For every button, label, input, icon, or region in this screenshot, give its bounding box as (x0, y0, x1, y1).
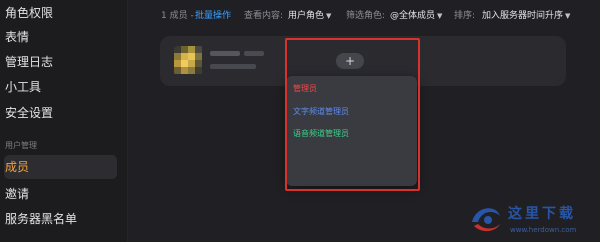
watermark-swirl-icon (472, 208, 500, 232)
settings-sidebar: 角色权限 表情 管理日志 小工具 安全设置 用户管理 成员 邀请 服务器黑名单 (0, 0, 128, 242)
sidebar-item-role-permissions[interactable]: 角色权限 (4, 1, 117, 25)
sort-dropdown[interactable]: 加入服务器时间升序 ▼ (482, 9, 570, 23)
blurred-user-info (210, 64, 256, 69)
watermark-text: 这里下载 (508, 206, 576, 222)
sidebar-item-server-blacklist[interactable]: 服务器黑名单 (4, 207, 117, 231)
blurred-tag (244, 51, 264, 56)
view-content-label: 查看内容: (244, 11, 284, 21)
annotation-highlight-box (285, 38, 420, 191)
filter-role-value: @全体成员 (390, 11, 436, 21)
sidebar-item-tools[interactable]: 小工具 (4, 75, 117, 99)
chevron-down-icon: ▼ (437, 12, 443, 20)
sidebar-item-members[interactable]: 成员 (4, 155, 117, 179)
sidebar-item-audit-log[interactable]: 管理日志 (4, 50, 117, 74)
chevron-down-icon: ▼ (565, 12, 571, 20)
sidebar-item-security[interactable]: 安全设置 (4, 101, 117, 125)
bulk-action-link[interactable]: 批量操作 (195, 9, 231, 23)
view-content-value: 用户角色 (288, 11, 325, 21)
watermark-url: www.herdown.com (510, 226, 577, 234)
sidebar-item-invites[interactable]: 邀请 (4, 182, 117, 206)
sort-label: 排序: (454, 11, 476, 21)
sidebar-item-emoji[interactable]: 表情 (4, 25, 117, 49)
blurred-username (210, 51, 240, 56)
watermark-logo: 这里下载 www.herdown.com (466, 196, 596, 240)
member-count: 1 成员 - (161, 11, 194, 21)
avatar (174, 46, 204, 76)
view-content-dropdown[interactable]: 用户角色 ▼ (288, 9, 331, 23)
chevron-down-icon: ▼ (326, 12, 332, 20)
filter-role-label: 筛选角色: (346, 11, 386, 21)
sort-value: 加入服务器时间升序 (482, 11, 564, 21)
filter-role-dropdown[interactable]: @全体成员 ▼ (390, 9, 442, 23)
sidebar-section-user-management: 用户管理 (5, 141, 37, 150)
